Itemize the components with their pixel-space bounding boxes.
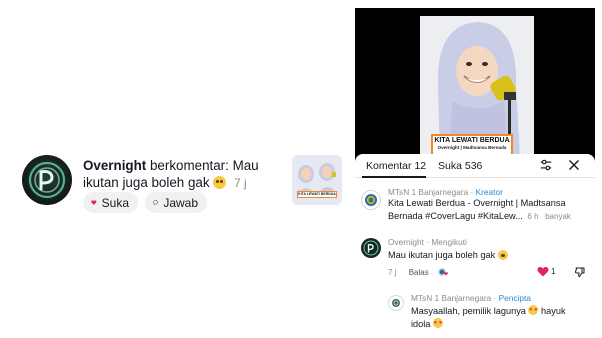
caption-more-link[interactable]: banyak	[545, 212, 571, 221]
teary-face-emoji-icon	[497, 250, 508, 260]
comment-author[interactable]: Overnight	[388, 237, 424, 247]
notification-card[interactable]: Overnight berkomentar: Mau ikutan juga b…	[0, 0, 352, 338]
video-title: KITA LEWATI BERDUA	[434, 137, 510, 144]
like-button[interactable]: Suka	[83, 192, 138, 213]
comment-text-line: Mau ikutan juga boleh gak	[388, 249, 508, 262]
reply-link[interactable]: Balas	[409, 268, 429, 277]
comment-like-heart-icon[interactable]	[537, 266, 549, 277]
comments-sheet: Komentar 12 Suka 536 MTsN 1 Banjarnegara…	[355, 154, 595, 338]
heart-eyes-emoji-icon	[528, 304, 539, 317]
pencipta-badge: Pencipta	[498, 293, 531, 303]
filter-sliders-icon[interactable]	[539, 158, 553, 172]
school-avatar[interactable]	[361, 190, 381, 210]
user-avatar[interactable]	[22, 155, 72, 205]
reply-label: Jawab	[163, 195, 198, 210]
comments-tabs: Komentar 12 Suka 536	[355, 154, 595, 178]
reply-button[interactable]: Jawab	[145, 192, 207, 213]
comment-text: Mau ikutan juga boleh gak	[388, 250, 496, 260]
smiling-hearts-emoji-icon	[432, 317, 443, 330]
like-label: Suka	[101, 195, 129, 210]
teary-face-emoji-icon	[213, 176, 227, 189]
phone-screenshot: KITA LEWATI BERDUA Overnight | Madtsansa…	[355, 8, 595, 338]
separator-dot: ·	[468, 187, 476, 197]
video-thumbnail[interactable]: KITA LEWATI BERDUA	[292, 155, 342, 205]
caption-author[interactable]: MTsN 1 Banjarnegara	[388, 187, 468, 197]
caption-text: Kita Lewati Berdua - Overnight | Madtsan…	[388, 198, 566, 221]
caption-time: 6 h	[527, 212, 539, 221]
comment-avatar[interactable]	[361, 238, 381, 258]
video-subtitle: Overnight | Madtsansa Bernada	[437, 145, 507, 150]
notification-text: Overnight berkomentar: Mau ikutan juga b…	[83, 157, 263, 192]
comment-like-count: 1	[551, 267, 556, 276]
creator-badge: Kreator	[475, 187, 503, 197]
speech-bubble-icon	[153, 200, 159, 205]
caption-text-block: Kita Lewati Berdua - Overnight | Madtsan…	[388, 197, 588, 223]
creator-liked-avatar-icon	[438, 268, 448, 276]
caption-author-line: MTsN 1 Banjarnegara · Kreator	[388, 187, 503, 197]
comment-meta: 7 j Balas	[388, 268, 429, 277]
video-player[interactable]: KITA LEWATI BERDUA Overnight | Madtsansa…	[420, 16, 534, 158]
notification-time: 7 j	[234, 176, 247, 190]
notification-username[interactable]: Overnight	[83, 158, 146, 173]
overnight-logo-icon	[28, 161, 66, 199]
tab-comments[interactable]: Komentar 12	[366, 160, 426, 172]
reply-author-line: MTsN 1 Banjarnegara · Pencipta	[411, 293, 531, 303]
tab-likes[interactable]: Suka 536	[438, 160, 482, 172]
comment-author-line: Overnight · Mengikuti	[388, 237, 467, 247]
active-tab-indicator	[362, 176, 426, 178]
comment-time: 7 j	[388, 268, 397, 277]
heart-icon	[91, 200, 97, 205]
reply-text: Masyaallah, pemilik lagunya	[411, 306, 526, 316]
separator-dot: ·	[491, 293, 499, 303]
reply-author[interactable]: MTsN 1 Banjarnegara	[411, 293, 491, 303]
overnight-logo-icon	[363, 240, 379, 256]
reply-avatar[interactable]	[388, 295, 404, 311]
close-icon[interactable]	[567, 158, 581, 172]
thumbnail-title-band: KITA LEWATI BERDUA	[297, 191, 337, 198]
following-badge: Mengikuti	[431, 237, 467, 247]
dislike-icon[interactable]	[574, 266, 586, 278]
reply-text-block: Masyaallah, pemilik lagunya hayuk idola	[411, 304, 581, 331]
